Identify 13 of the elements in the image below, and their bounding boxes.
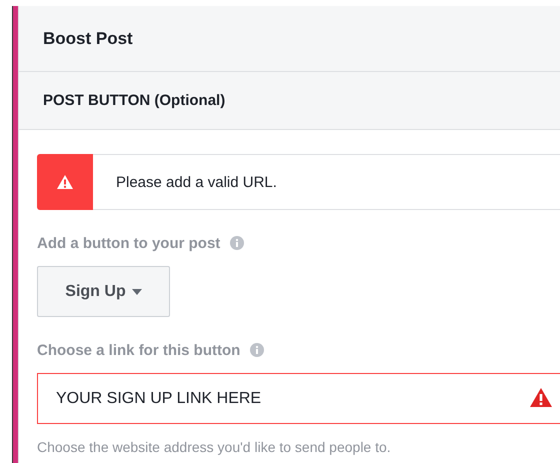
warning-icon	[57, 175, 73, 189]
caret-icon	[132, 288, 142, 294]
link-input-field[interactable]: YOUR SIGN UP LINK HERE	[37, 373, 560, 424]
info-icon[interactable]	[230, 236, 244, 250]
button-type-dropdown[interactable]: Sign Up	[37, 266, 170, 317]
help-text: Choose the website address you'd like to send people to.	[37, 439, 391, 455]
field-label: Add a button to your post	[37, 234, 220, 252]
panel-title: Boost Post	[43, 28, 133, 48]
info-icon[interactable]	[250, 343, 264, 357]
section-title: POST BUTTON (Optional)	[43, 92, 226, 109]
alert-message: Please add a valid URL.	[116, 174, 277, 190]
warning-icon	[530, 388, 552, 407]
field-label: Choose a link for this button	[37, 342, 240, 358]
